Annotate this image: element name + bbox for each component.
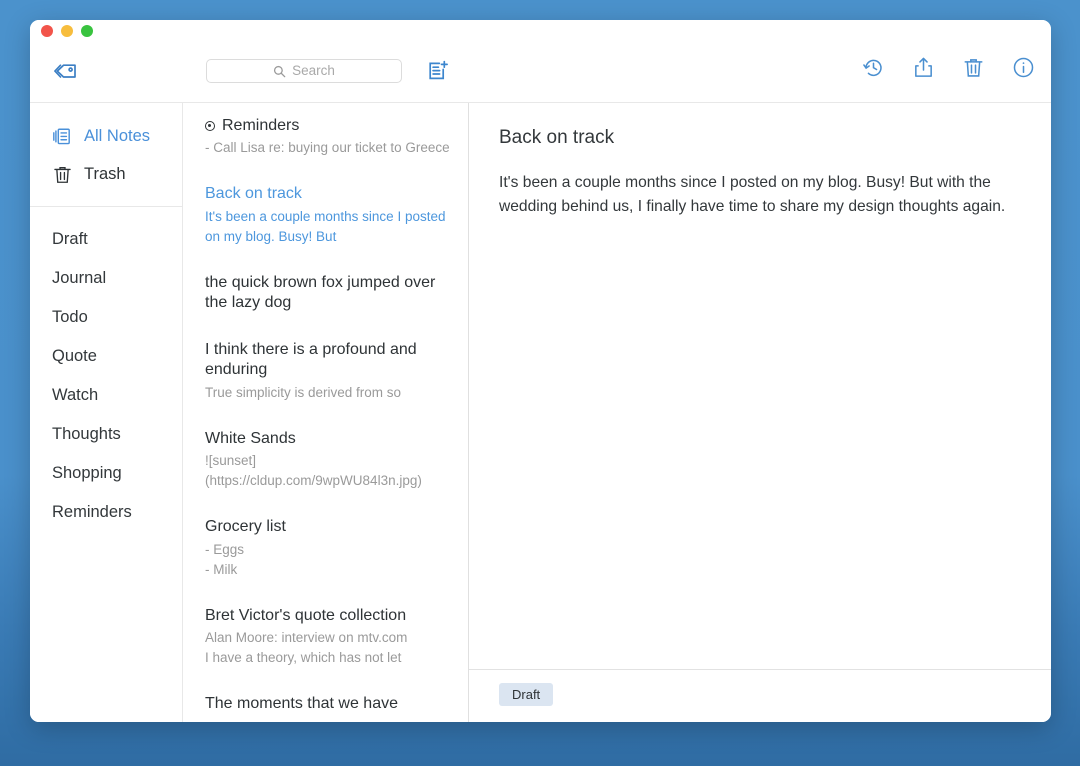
note-list-item[interactable]: The moments that we have <box>183 681 468 722</box>
sidebar-tag-shopping[interactable]: Shopping <box>30 454 182 493</box>
note-list-item-preview: ![sunset](https://cldup.com/9wpWU84l3n.j… <box>205 451 452 491</box>
search-input[interactable]: Search <box>206 59 402 83</box>
search-placeholder: Search <box>292 64 335 78</box>
tag-label: Todo <box>52 308 88 327</box>
note-list-item[interactable]: Bret Victor's quote collectionAlan Moore… <box>183 593 468 681</box>
info-icon[interactable] <box>1011 55 1035 79</box>
note-list-item-title: Grocery list <box>205 517 452 537</box>
tag-label: Shopping <box>52 464 122 483</box>
tag-label: Thoughts <box>52 425 121 444</box>
note-list[interactable]: Reminders- Call Lisa re: buying our tick… <box>183 103 469 722</box>
note-list-item-title: I think there is a profound and enduring <box>205 340 452 381</box>
tag-label: Watch <box>52 386 98 405</box>
sidebar-tag-todo[interactable]: Todo <box>30 298 182 337</box>
toolbar: Search <box>30 46 1051 102</box>
pin-icon <box>205 121 215 131</box>
sidebar-tag-draft[interactable]: Draft <box>30 220 182 259</box>
notes-icon <box>52 126 73 147</box>
note-list-item[interactable]: Reminders- Call Lisa re: buying our tick… <box>183 103 468 171</box>
new-note-icon <box>427 60 449 82</box>
note-list-item[interactable]: White Sands![sunset](https://cldup.com/9… <box>183 416 468 504</box>
minimize-button[interactable] <box>61 25 73 37</box>
tag-label: Journal <box>52 269 106 288</box>
note-list-item-preview: - Eggs - Milk <box>205 540 452 580</box>
tag-label: Draft <box>52 230 88 249</box>
sidebar-item-label: All Notes <box>84 127 150 146</box>
trash-icon <box>52 164 73 185</box>
sidebar-item-label: Trash <box>84 165 126 184</box>
sidebar-item-all-notes[interactable]: All Notes <box>30 117 182 155</box>
app-window: Search <box>30 20 1051 722</box>
tag-icon <box>54 62 80 82</box>
sidebar-tag-quote[interactable]: Quote <box>30 337 182 376</box>
close-button[interactable] <box>41 25 53 37</box>
app-body: All Notes Trash Draft Journal Todo <box>30 102 1051 722</box>
note-editor: Back on track It's been a couple months … <box>469 103 1051 722</box>
note-list-item-title: Bret Victor's quote collection <box>205 606 452 626</box>
share-icon[interactable] <box>911 55 935 79</box>
note-list-item-title-text: The moments that we have <box>205 694 398 714</box>
note-list-item-title: Back on track <box>205 184 452 204</box>
note-tag-chip[interactable]: Draft <box>499 683 553 706</box>
note-list-item-title-text: the quick brown fox jumped over the lazy… <box>205 273 452 314</box>
editor-scroll-area[interactable]: Back on track It's been a couple months … <box>469 103 1051 669</box>
note-list-item-title: The moments that we have <box>205 694 452 714</box>
note-list-item-title-text: I think there is a profound and enduring <box>205 340 452 381</box>
note-list-item-title-text: White Sands <box>205 429 296 449</box>
sidebar-tag-watch[interactable]: Watch <box>30 376 182 415</box>
sidebar: All Notes Trash Draft Journal Todo <box>30 103 183 722</box>
trash-icon[interactable] <box>961 55 985 79</box>
note-list-item[interactable]: the quick brown fox jumped over the lazy… <box>183 260 468 327</box>
sidebar-tag-thoughts[interactable]: Thoughts <box>30 415 182 454</box>
sidebar-tag-journal[interactable]: Journal <box>30 259 182 298</box>
traffic-lights <box>41 25 93 37</box>
sidebar-divider <box>30 206 182 207</box>
note-list-item-preview: True simplicity is derived from so <box>205 383 452 403</box>
note-list-item-title-text: Reminders <box>222 116 299 136</box>
note-title: Back on track <box>499 127 1021 149</box>
title-bar: Search <box>30 20 1051 102</box>
note-list-item-title-text: Back on track <box>205 184 302 204</box>
zoom-button[interactable] <box>81 25 93 37</box>
tag-drawer-toggle[interactable] <box>50 56 84 88</box>
note-list-item-title-text: Bret Victor's quote collection <box>205 606 406 626</box>
note-list-item[interactable]: Grocery list - Eggs - Milk <box>183 504 468 592</box>
toolbar-actions <box>861 55 1035 79</box>
history-icon[interactable] <box>861 55 885 79</box>
tag-label: Reminders <box>52 503 132 522</box>
note-list-item[interactable]: I think there is a profound and enduring… <box>183 327 468 416</box>
note-body[interactable]: It's been a couple months since I posted… <box>499 171 1021 218</box>
note-list-item[interactable]: Back on track It's been a couple months s… <box>183 171 468 259</box>
note-list-item-title-text: Grocery list <box>205 517 286 537</box>
note-list-item-title: the quick brown fox jumped over the lazy… <box>205 273 452 314</box>
note-list-item-preview: It's been a couple months since I posted… <box>205 207 452 247</box>
tag-label: Quote <box>52 347 97 366</box>
new-note-button[interactable] <box>423 55 453 87</box>
search-icon <box>273 65 286 78</box>
note-list-item-preview: - Call Lisa re: buying our ticket to Gre… <box>205 138 452 158</box>
note-list-item-preview: Alan Moore: interview on mtv.com I have … <box>205 628 452 668</box>
sidebar-tag-reminders[interactable]: Reminders <box>30 493 182 532</box>
sidebar-item-trash[interactable]: Trash <box>30 155 182 193</box>
note-list-item-title: White Sands <box>205 429 452 449</box>
note-list-item-title: Reminders <box>205 116 452 136</box>
note-tag-bar: Draft <box>469 669 1051 722</box>
